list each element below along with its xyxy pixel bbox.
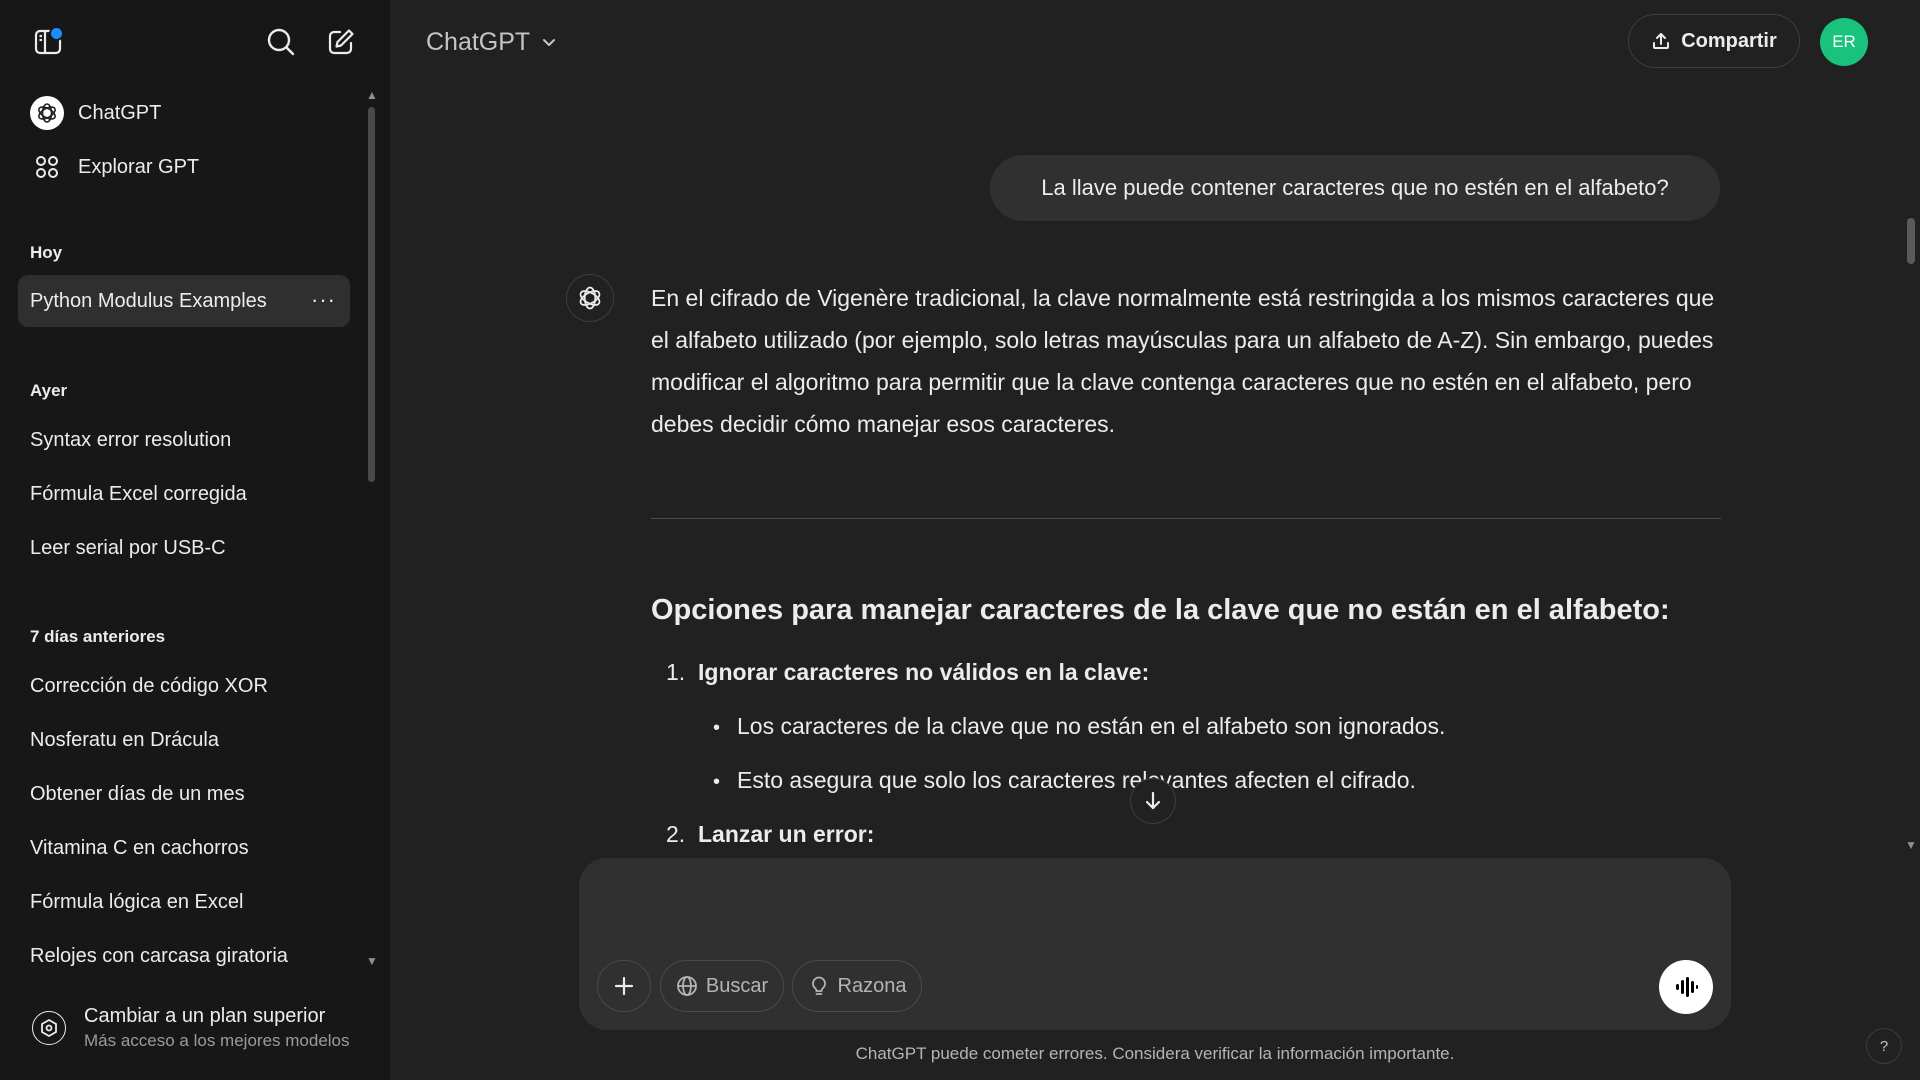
share-label: Compartir (1681, 29, 1777, 52)
arrow-down-icon (1145, 791, 1161, 810)
chat-item[interactable]: Fórmula Excel corregida (18, 468, 350, 520)
assistant-avatar (566, 274, 614, 322)
list-item-title: Ignorar caracteres no válidos en la clav… (698, 659, 1150, 685)
chatgpt-logo-icon (579, 286, 601, 310)
chatgpt-logo-icon (30, 96, 64, 130)
scroll-down-arrow-icon[interactable]: ▼ (1905, 838, 1917, 852)
help-button[interactable]: ? (1866, 1028, 1902, 1064)
notification-dot (49, 26, 64, 41)
chat-item[interactable]: Corrección de código XOR (18, 660, 350, 712)
sidebar-item-label: Explorar GPT (78, 155, 200, 178)
attach-button[interactable] (597, 960, 651, 1012)
chat-item-label: Nosferatu en Drácula (30, 728, 219, 751)
user-message-text: La llave puede contener caracteres que n… (1041, 175, 1669, 200)
list-item: 2. Lanzar un error: (666, 821, 874, 848)
reason-button[interactable]: Razona (792, 960, 922, 1012)
top-bar: ChatGPT Compartir ER (390, 0, 1920, 84)
sidebar-item-chatgpt[interactable]: ChatGPT (18, 87, 350, 139)
upgrade-subtitle: Más acceso a los mejores modelos (84, 1031, 350, 1050)
chat-item[interactable]: Relojes con carcasa giratoria (18, 930, 350, 982)
list-item-title: Lanzar un error: (698, 821, 875, 847)
list-item: 1. Ignorar caracteres no válidos en la cl… (666, 659, 1149, 686)
chat-item-label: Syntax error resolution (30, 428, 232, 451)
section-title-today: Hoy (30, 243, 63, 262)
user-message-bubble: La llave puede contener caracteres que n… (990, 155, 1720, 221)
sidebar-item-explore-gpts[interactable]: Explorar GPT (18, 141, 350, 193)
list-number: 1. (666, 659, 686, 685)
user-avatar[interactable]: ER (1820, 18, 1868, 66)
upgrade-plan-button[interactable]: Cambiar a un plan superior Más acceso a … (18, 996, 368, 1060)
sidebar: ChatGPT Explorar GPT Hoy Python Modulus … (0, 0, 390, 1080)
chat-item[interactable]: Syntax error resolution (18, 414, 350, 466)
section-title-yesterday: Ayer (30, 381, 68, 400)
chat-item-label: Leer serial por USB-C (30, 536, 226, 559)
search-web-label: Buscar (705, 974, 769, 997)
chat-item-label: Relojes con carcasa giratoria (30, 944, 288, 967)
chat-item[interactable]: Fórmula lógica en Excel (18, 876, 350, 928)
sidebar-toggle-button[interactable] (26, 20, 70, 64)
bullet-item: • Los caracteres de la clave que no están… (713, 713, 1446, 739)
more-options-icon[interactable]: ··· (311, 287, 336, 313)
model-selector[interactable]: ChatGPT (416, 20, 568, 64)
voice-mode-button[interactable] (1659, 960, 1713, 1014)
search-web-button[interactable]: Buscar (660, 960, 784, 1012)
list-number: 2. (666, 821, 686, 847)
main-scrollbar[interactable] (1907, 218, 1915, 264)
reason-label: Razona (837, 974, 907, 997)
chat-item-label: Corrección de código XOR (30, 674, 268, 697)
globe-icon (676, 976, 697, 996)
chevron-down-icon (543, 39, 556, 46)
chat-item[interactable]: Obtener días de un mes (18, 768, 350, 820)
chat-item-active[interactable]: Python Modulus Examples ··· (18, 275, 350, 327)
chat-item-label: Fórmula Excel corregida (30, 482, 247, 505)
assistant-paragraph: En el cifrado de Vigenère tradicional, l… (651, 285, 1715, 437)
assistant-heading: Opciones para manejar caracteres de la c… (651, 594, 1670, 626)
sidebar-header (0, 0, 390, 84)
chat-item-label: Obtener días de un mes (30, 782, 245, 805)
upgrade-icon (32, 1011, 66, 1045)
section-title-previous-7-days: 7 días anteriores (30, 627, 166, 646)
chat-item[interactable]: Leer serial por USB-C (18, 522, 350, 574)
scroll-to-bottom-button[interactable] (1130, 778, 1176, 824)
sidebar-scrollbar[interactable] (368, 107, 375, 482)
sidebar-item-label: ChatGPT (78, 101, 162, 124)
lightbulb-icon (811, 976, 826, 995)
bullet-text: Esto asegura que solo los caracteres rel… (737, 767, 1416, 793)
upgrade-title: Cambiar a un plan superior (84, 1005, 326, 1027)
plus-icon (614, 976, 634, 996)
prompt-input[interactable] (603, 878, 1707, 932)
grid-icon (36, 156, 58, 178)
conversation: La llave puede contener caracteres que n… (390, 84, 1920, 854)
sidebar-scroll-area: ChatGPT Explorar GPT Hoy Python Modulus … (0, 84, 390, 984)
chat-item-label: Fórmula lógica en Excel (30, 890, 244, 913)
disclaimer: ChatGPT puede cometer errores. Considera… (855, 1044, 1455, 1063)
model-name: ChatGPT (426, 27, 531, 56)
scroll-down-arrow-icon[interactable]: ▼ (366, 954, 378, 968)
chat-item[interactable]: Vitamina C en cachorros (18, 822, 350, 874)
chat-item[interactable]: Nosferatu en Drácula (18, 714, 350, 766)
search-icon (267, 28, 295, 56)
search-chats-button[interactable] (259, 20, 303, 64)
bullet-text: Los caracteres de la clave que no están … (737, 713, 1446, 739)
share-icon (1653, 33, 1670, 49)
composer: Buscar Razona (579, 858, 1731, 1030)
chat-item-label: Vitamina C en cachorros (30, 836, 249, 859)
new-chat-icon (328, 29, 354, 55)
share-button[interactable]: Compartir (1628, 14, 1800, 68)
divider (651, 518, 1721, 519)
new-chat-button[interactable] (319, 20, 363, 64)
voice-waveform-icon (1676, 977, 1698, 997)
scroll-up-arrow-icon[interactable]: ▲ (366, 88, 378, 102)
bullet-item: • Esto asegura que solo los caracteres re… (713, 767, 1416, 793)
chat-item-label: Python Modulus Examples (30, 289, 267, 312)
